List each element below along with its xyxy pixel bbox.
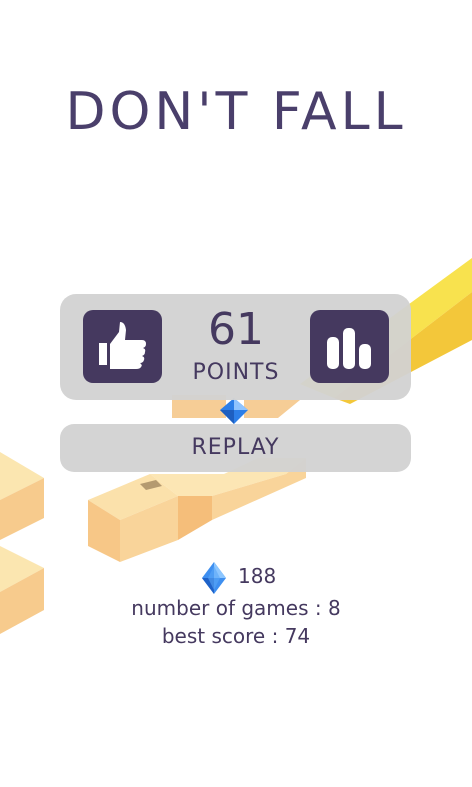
best-label: best score : — [161, 624, 279, 648]
games-label: number of games : — [131, 596, 322, 620]
score-value: 61 — [208, 304, 264, 355]
game-screen: DON'T FALL 61 POINTS REPLAY 188 number o… — [0, 0, 472, 787]
score-panel: 61 POINTS — [60, 294, 411, 400]
gem-count: 188 — [238, 564, 277, 588]
thumbs-up-icon — [99, 322, 146, 369]
bar-chart-icon — [327, 328, 371, 369]
diamond-gem-icon — [202, 562, 226, 594]
leaderboard-button[interactable] — [310, 310, 389, 383]
best-score: best score : 74 — [0, 624, 472, 648]
games-played: number of games : 8 — [0, 596, 472, 620]
games-value: 8 — [327, 596, 341, 620]
score-label: POINTS — [192, 360, 280, 385]
replay-button[interactable]: REPLAY — [60, 424, 411, 472]
game-title: DON'T FALL — [65, 82, 407, 142]
best-value: 74 — [284, 624, 311, 648]
gem-counter: 188 — [0, 560, 472, 594]
block-path — [88, 395, 306, 562]
like-button[interactable] — [83, 310, 162, 383]
